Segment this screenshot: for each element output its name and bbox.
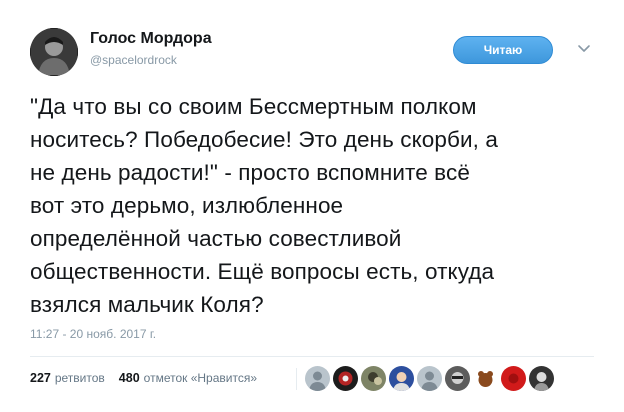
likers-avatars — [305, 366, 554, 391]
likes-count: 480 — [118, 371, 140, 385]
stats-separator — [296, 368, 297, 390]
liker-avatar[interactable] — [333, 366, 358, 391]
divider — [30, 356, 594, 357]
retweets-stat[interactable]: 227 ретвитов — [30, 371, 105, 385]
liker-avatar[interactable] — [445, 366, 470, 391]
tweet-timestamp[interactable]: 11:27 - 20 нояб. 2017 г. — [30, 327, 156, 341]
tweet-card: Голос Мордора @spacelordrock Читаю "Да ч… — [0, 0, 624, 412]
likes-stat[interactable]: 480 отметок «Нравится» — [119, 371, 257, 385]
user-handle[interactable]: @spacelordrock — [90, 53, 177, 67]
user-avatar[interactable] — [30, 28, 78, 76]
user-name[interactable]: Голос Мордора — [90, 30, 212, 48]
likes-label: отметок «Нравится» — [143, 371, 258, 385]
liker-avatar[interactable] — [473, 366, 498, 391]
liker-avatar[interactable] — [417, 366, 442, 391]
retweets-label: ретвитов — [54, 371, 105, 385]
liker-avatar[interactable] — [501, 366, 526, 391]
following-button[interactable]: Читаю — [453, 36, 553, 64]
liker-avatar[interactable] — [305, 366, 330, 391]
liker-avatar[interactable] — [529, 366, 554, 391]
tweet-stats: 227 ретвитов 480 отметок «Нравится» — [30, 371, 257, 385]
chevron-down-icon[interactable] — [576, 41, 592, 57]
tweet-text: "Да что вы со своим Бессмертным полком н… — [30, 94, 498, 317]
liker-avatar[interactable] — [361, 366, 386, 391]
retweets-count: 227 — [30, 371, 51, 385]
liker-avatar[interactable] — [389, 366, 414, 391]
